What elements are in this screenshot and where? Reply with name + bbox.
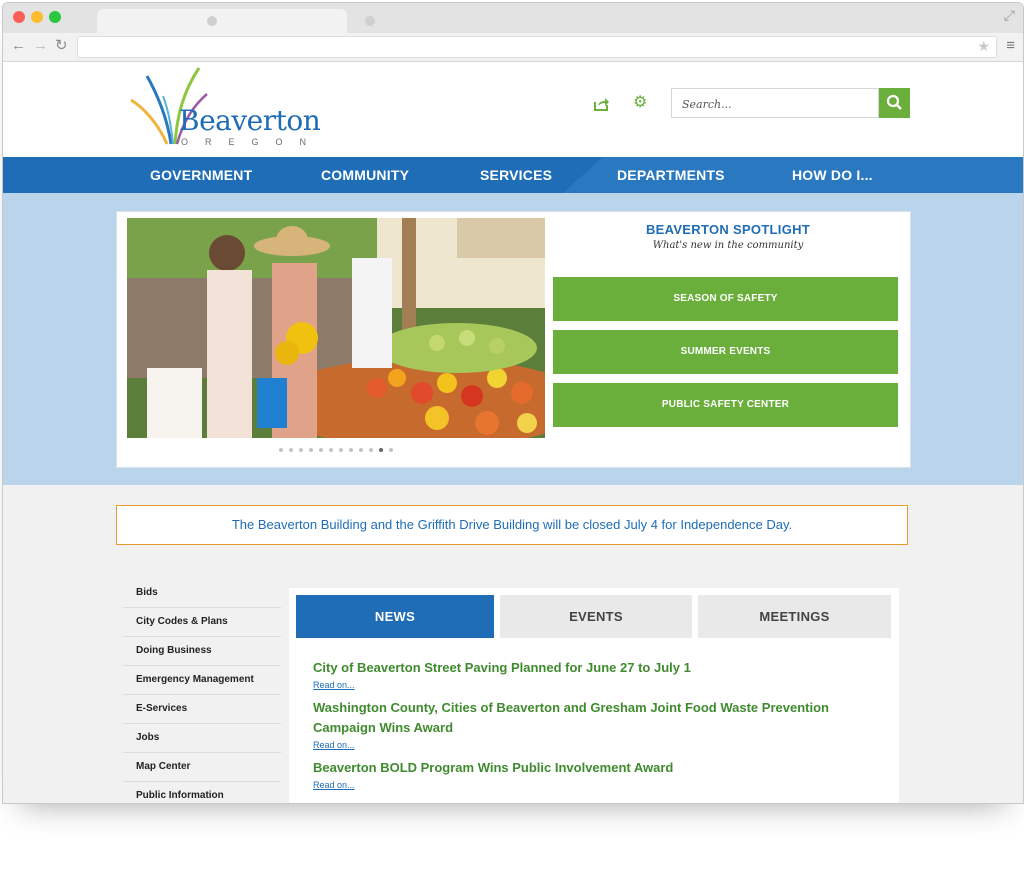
back-arrow-icon[interactable]: ← (11, 37, 26, 55)
tab-close-icon[interactable] (365, 16, 375, 26)
content-area: The Beaverton Building and the Griffith … (3, 485, 1023, 803)
logo-wordmark: Beaverton (179, 104, 321, 137)
carousel-dot[interactable] (309, 448, 313, 452)
spotlight-subtitle: What's new in the community (652, 240, 804, 251)
news-read-on-link[interactable]: Read on... (313, 740, 355, 750)
browser-window: ⤢ ← → ↻ ★ ≡ Beaverton OREGON ⚙ Search...… (2, 2, 1024, 804)
carousel-dot[interactable] (359, 448, 363, 452)
close-window-button[interactable] (13, 11, 25, 23)
main-navigation: GOVERNMENT COMMUNITY SERVICES DEPARTMENT… (3, 157, 1023, 193)
carousel-dot[interactable] (389, 448, 393, 452)
fullscreen-icon[interactable]: ⤢ (1004, 7, 1015, 24)
search-icon (886, 94, 902, 110)
tab-news[interactable]: NEWS (296, 595, 494, 638)
news-item-title[interactable]: Washington County, Cities of Beaverton a… (313, 698, 873, 738)
share-icon[interactable] (593, 96, 609, 112)
reload-icon[interactable]: ↻ (55, 37, 68, 55)
carousel-dot[interactable] (279, 448, 283, 452)
hero-section: BEAVERTON SPOTLIGHT What's new in the co… (3, 193, 1023, 485)
nav-government[interactable]: GOVERNMENT (150, 157, 252, 193)
carousel-dot[interactable] (299, 448, 303, 452)
news-item-title[interactable]: Beaverton BOLD Program Wins Public Invol… (313, 758, 873, 778)
closure-alert: The Beaverton Building and the Griffith … (116, 505, 908, 545)
news-read-on-link[interactable]: Read on... (313, 680, 355, 690)
carousel-dot[interactable] (339, 448, 343, 452)
spotlight-card: BEAVERTON SPOTLIGHT What's new in the co… (116, 211, 911, 468)
sidebar-item-emergency-management[interactable]: Emergency Management (123, 666, 281, 695)
summer-events-button[interactable]: SUMMER EVENTS (553, 330, 898, 374)
public-safety-center-button[interactable]: PUBLIC SAFETY CENTER (553, 383, 898, 427)
tab-events[interactable]: EVENTS (500, 595, 692, 638)
spotlight-title: BEAVERTON SPOTLIGHT (645, 222, 811, 237)
maximize-window-button[interactable] (49, 11, 61, 23)
sidebar-item-bids[interactable]: Bids (123, 579, 281, 608)
sidebar-item-city-codes[interactable]: City Codes & Plans (123, 608, 281, 637)
forward-arrow-icon[interactable]: → (33, 37, 48, 55)
sidebar-item-e-services[interactable]: E-Services (123, 695, 281, 724)
tab-meetings[interactable]: MEETINGS (698, 595, 891, 638)
news-read-on-link[interactable]: Read on... (313, 780, 355, 790)
carousel-dot[interactable] (369, 448, 373, 452)
browser-tab-strip: ⤢ (3, 3, 1023, 33)
quick-links-sidebar: Bids City Codes & Plans Doing Business E… (123, 579, 281, 803)
news-item-title[interactable]: City of Beaverton Street Paving Planned … (313, 658, 873, 678)
sidebar-item-public-information[interactable]: Public Information (123, 782, 281, 803)
bookmark-star-icon[interactable]: ★ (977, 38, 990, 55)
season-of-safety-button[interactable]: SEASON OF SAFETY (553, 277, 898, 321)
sidebar-item-doing-business[interactable]: Doing Business (123, 637, 281, 666)
carousel-dot[interactable] (329, 448, 333, 452)
news-events-panel: NEWS EVENTS MEETINGS City of Beaverton S… (289, 588, 899, 803)
browser-menu-icon[interactable]: ≡ (1006, 37, 1015, 54)
nav-departments[interactable]: DEPARTMENTS (617, 157, 725, 193)
sidebar-item-map-center[interactable]: Map Center (123, 753, 281, 782)
sidebar-item-jobs[interactable]: Jobs (123, 724, 281, 753)
carousel-dot[interactable] (349, 448, 353, 452)
site-header: Beaverton OREGON ⚙ (3, 62, 1023, 157)
search-button[interactable] (879, 88, 910, 118)
address-bar[interactable]: ★ (77, 36, 997, 58)
carousel-dot-active[interactable] (379, 448, 383, 452)
gear-icon[interactable]: ⚙ (633, 95, 647, 111)
farmers-market-illustration (127, 218, 545, 438)
nav-how-do-i[interactable]: HOW DO I... (792, 157, 873, 193)
tab-favicon (207, 16, 217, 26)
logo-subtitle: OREGON (181, 137, 324, 147)
search-box (671, 88, 879, 118)
nav-services[interactable]: SERVICES (480, 157, 552, 193)
carousel-dot[interactable] (289, 448, 293, 452)
search-input[interactable] (680, 90, 874, 118)
browser-tab[interactable] (97, 9, 375, 33)
carousel-dot[interactable] (319, 448, 323, 452)
browser-toolbar: ← → ↻ ★ ≡ (3, 33, 1023, 62)
nav-community[interactable]: COMMUNITY (321, 157, 409, 193)
minimize-window-button[interactable] (31, 11, 43, 23)
farmers-market-photo[interactable] (127, 218, 545, 438)
carousel-indicators (279, 448, 399, 454)
